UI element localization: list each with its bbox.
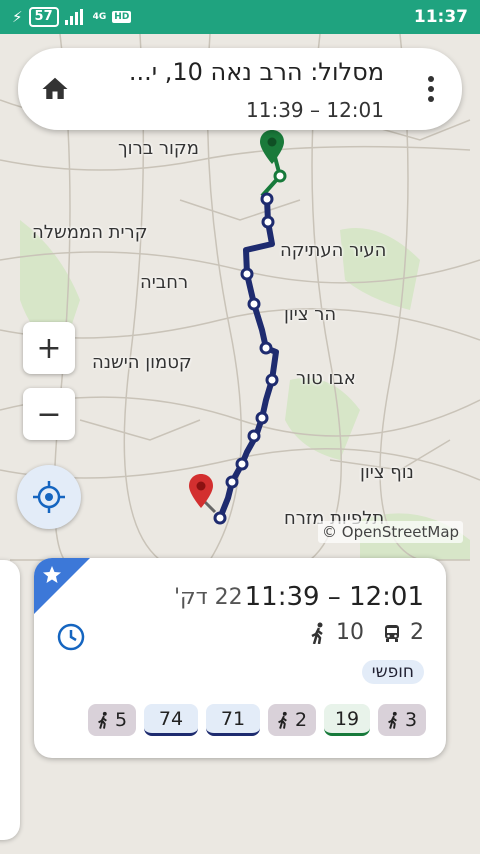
- map-label-nof-zion: נוף ציון: [360, 462, 414, 483]
- map-label-mekor-baruch: מקור ברוך: [118, 138, 199, 159]
- previous-route-card[interactable]: [0, 560, 20, 840]
- leg-bus: 71: [206, 704, 260, 736]
- origin-pin-icon[interactable]: [260, 130, 284, 164]
- map-label-rehavia: רחביה: [140, 272, 189, 293]
- leg-bus: 74: [144, 704, 198, 736]
- leg-walk-minutes: 2: [294, 709, 308, 731]
- walk-icon: [311, 622, 323, 644]
- route-header: מסלול: הרב נאה 10, י... 11:39 – 12:01: [18, 48, 462, 130]
- route-legs: 5 74 71 2 19 3: [88, 704, 426, 736]
- leg-walk-minutes: 3: [404, 709, 418, 731]
- map-label-kiryat-hamemshala: קרית הממשלה: [32, 222, 148, 243]
- leg-walk: 5: [88, 704, 136, 736]
- status-bar: ⚡ 57 4G HD 11:37: [0, 0, 480, 34]
- crosshair-icon: [33, 481, 65, 513]
- my-location-button[interactable]: [17, 465, 81, 529]
- map-label-old-city: העיר העתיקה: [280, 240, 387, 261]
- osm-attribution[interactable]: © OpenStreetMap: [318, 521, 464, 543]
- walk-icon: [278, 711, 287, 729]
- status-time: 11:37: [413, 7, 468, 27]
- bus-icon: [385, 624, 399, 642]
- zoom-in-button[interactable]: +: [23, 322, 75, 374]
- map-label-mount-zion: הר ציון: [284, 304, 337, 325]
- clock-icon[interactable]: [56, 622, 86, 652]
- charging-icon: ⚡: [12, 8, 23, 26]
- route-time-range: 11:39 – 12:01: [246, 98, 384, 122]
- network-type: 4G: [92, 12, 107, 22]
- hd-badge: HD: [112, 11, 132, 23]
- leg-walk: 3: [378, 704, 426, 736]
- destination-pin-icon[interactable]: [189, 474, 213, 508]
- walk-icon: [98, 711, 107, 729]
- favorite-star-icon[interactable]: [34, 558, 90, 614]
- free-fare-badge: חופשי: [361, 660, 424, 684]
- route-option-card[interactable]: 11:39 – 12:01 22 דק' 10 2 חופשי 5 74 71 …: [34, 558, 446, 758]
- map-label-abu-tor: אבו טור: [296, 368, 356, 389]
- walk-icon: [388, 711, 397, 729]
- bus-count: 2: [410, 620, 424, 645]
- walk-minutes: 10: [336, 620, 364, 645]
- leg-walk-minutes: 5: [114, 709, 128, 731]
- home-icon[interactable]: [40, 74, 70, 104]
- more-menu-icon[interactable]: [426, 74, 436, 104]
- card-duration: 22 דק': [174, 585, 243, 610]
- leg-walk: 2: [268, 704, 316, 736]
- battery-level: 57: [28, 7, 59, 27]
- route-title: מסלול: הרב נאה 10, י...: [128, 58, 384, 86]
- zoom-out-button[interactable]: −: [23, 388, 75, 440]
- map-label-old-katamon: קטמון הישנה: [92, 352, 192, 373]
- card-stats: 10 2: [310, 620, 424, 645]
- card-time-range: 11:39 – 12:01: [244, 582, 424, 612]
- leg-bus: 19: [324, 704, 370, 736]
- signal-icon: [64, 9, 83, 25]
